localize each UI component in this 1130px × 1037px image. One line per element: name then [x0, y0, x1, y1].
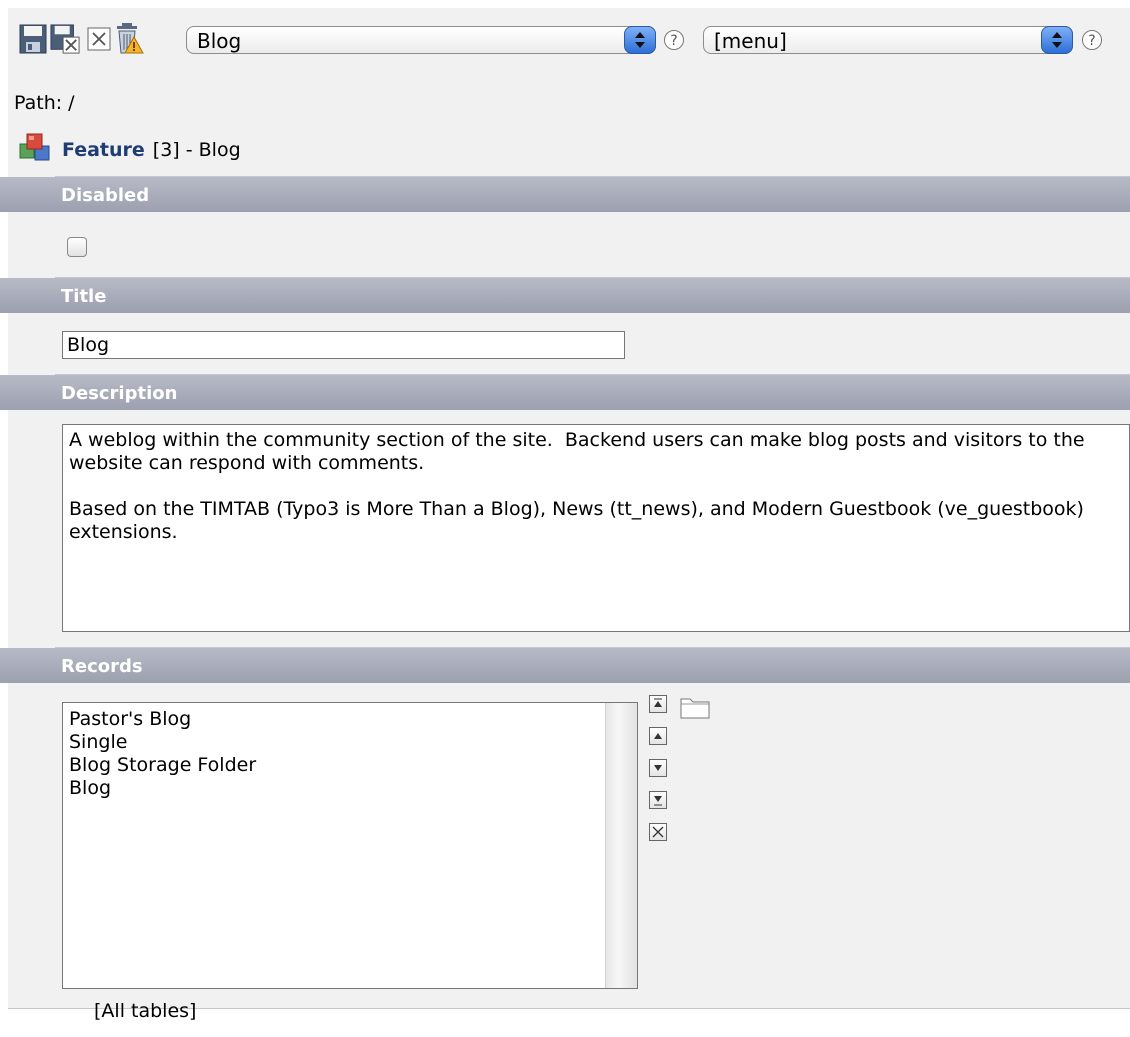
menu-select[interactable]: [menu] [703, 26, 1073, 54]
record-title: Feature [3] - Blog [18, 132, 241, 167]
list-item[interactable]: Blog [63, 777, 637, 800]
section-header-disabled: Disabled [0, 176, 1130, 212]
section-header-records: Records [0, 647, 1130, 683]
list-item[interactable]: Pastor's Blog [63, 708, 637, 731]
title-input[interactable]: Blog [62, 331, 625, 359]
move-up-button[interactable] [649, 727, 667, 745]
delete-icon[interactable] [114, 22, 144, 56]
select-arrows-icon [624, 26, 656, 54]
records-listbox[interactable]: Pastor's Blog Single Blog Storage Folder Bl… [62, 702, 638, 989]
select-arrows-icon [1041, 26, 1073, 54]
disabled-checkbox[interactable] [67, 237, 87, 257]
description-textarea[interactable]: A weblog within the community section of… [62, 424, 1130, 632]
menu-select-value: [menu] [714, 29, 787, 53]
list-item[interactable]: Single [63, 731, 637, 754]
record-table-name[interactable]: Feature [62, 139, 145, 161]
record-title-detail: [3] - Blog [152, 138, 241, 161]
menu-select-help-icon[interactable]: ? [1082, 30, 1102, 50]
move-to-top-button[interactable] [649, 695, 667, 713]
records-list: Pastor's Blog Single Blog Storage Folder Bl… [63, 703, 637, 800]
section-label-disabled: Disabled [61, 185, 150, 206]
record-type-icon [18, 132, 52, 167]
section-header-description: Description [0, 374, 1130, 410]
section-header-title: Title [0, 277, 1130, 313]
list-item[interactable]: Blog Storage Folder [63, 754, 637, 777]
toolbar: Blog ? [menu] ? [0, 0, 1130, 60]
section-label-title: Title [61, 286, 107, 307]
move-down-button[interactable] [649, 759, 667, 777]
section-label-description: Description [61, 383, 178, 404]
all-tables-label: [All tables] [94, 1000, 197, 1022]
record-select[interactable]: Blog [186, 26, 656, 54]
section-label-records: Records [61, 656, 143, 677]
record-select-help-icon[interactable]: ? [664, 30, 684, 50]
move-to-bottom-button[interactable] [649, 791, 667, 809]
save-icon[interactable] [18, 22, 48, 56]
path-label: Path: / [14, 92, 75, 114]
browse-folder-icon[interactable] [680, 695, 710, 723]
close-icon[interactable] [84, 22, 114, 56]
save-and-close-icon[interactable] [50, 22, 80, 56]
remove-item-button[interactable] [649, 823, 667, 841]
record-select-value: Blog [197, 29, 242, 53]
records-scrollbar[interactable] [605, 703, 637, 988]
